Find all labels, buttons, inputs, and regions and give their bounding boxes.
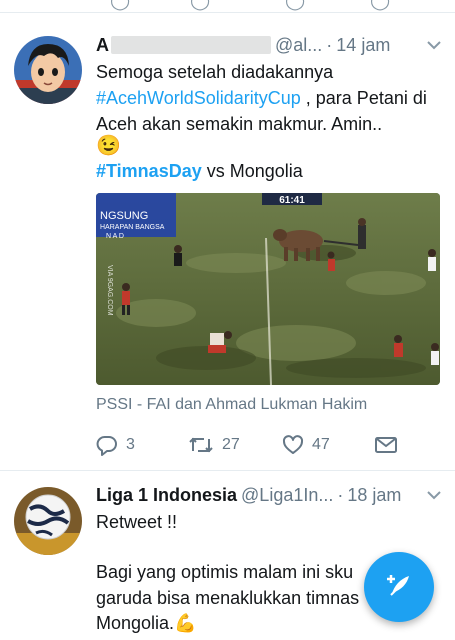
divider (0, 470, 455, 471)
reply-button[interactable]: 3 (96, 432, 135, 458)
channel-logo: NGSUNG (100, 210, 148, 222)
heart-icon: ◯ (285, 0, 306, 10)
wink-emoji: 😉 (96, 135, 121, 157)
timestamp[interactable]: 18 jam (347, 485, 401, 506)
separator: · (337, 484, 344, 505)
avatar[interactable] (14, 36, 82, 104)
scoreboard: 61:41 (279, 195, 305, 206)
hashtag-link[interactable]: #TimnasDay (96, 161, 202, 181)
tweet-header: A @al... · 14 jam (96, 32, 445, 58)
channel-logo: HARAPAN BANGSA (100, 224, 165, 231)
reply-count: 3 (126, 436, 135, 453)
flexed-biceps-emoji: 💪 (174, 613, 197, 633)
reply-icon (96, 434, 118, 456)
tweet-text-line: garuda bisa menaklukkan timnas (96, 588, 360, 608)
divider (0, 12, 455, 13)
heart-icon (282, 434, 304, 456)
display-name[interactable]: A (96, 35, 109, 56)
timestamp[interactable]: 14 jam (336, 35, 390, 56)
retweet-icon (188, 434, 214, 456)
tweet-text-line: Semoga setelah diadakannya (96, 62, 334, 82)
like-count: 47 (312, 436, 330, 453)
media-attribution[interactable]: PSSI - FAI dan Ahmad Lukman Hakim (96, 396, 367, 414)
tweet-text-line: Bagi yang optimis malam ini sku (96, 562, 354, 582)
chevron-down-icon[interactable] (423, 484, 445, 506)
tweet-text-line: #AcehWorldSolidarityCup , para Petani di (96, 88, 427, 108)
separator: · (326, 34, 333, 55)
tweet-text-line: Aceh akan semakin makmur. Amin.. (96, 114, 383, 134)
reply-icon: ◯ (110, 0, 131, 10)
watermark: VIA 9GAG.COM (106, 265, 113, 316)
compose-tweet-icon (384, 570, 414, 605)
handle[interactable]: @Liga1In... (241, 485, 333, 506)
redacted-name (111, 36, 271, 54)
retweet-icon: ◯ (190, 0, 211, 10)
hashtag-link[interactable]: #AcehWorldSolidarityCup (96, 88, 301, 108)
channel-logo: N A D (106, 233, 124, 240)
tweet-actions: 3 27 47 (96, 432, 406, 458)
tweet-header: Liga 1 Indonesia @Liga1In... · 18 jam (96, 482, 445, 508)
envelope-icon (374, 435, 398, 455)
tweet-text-line: #TimnasDay vs Mongolia (96, 161, 303, 181)
like-button[interactable]: 47 (282, 432, 330, 458)
direct-message-button[interactable] (374, 432, 398, 458)
retweet-button[interactable]: 27 (188, 432, 240, 458)
chevron-down-icon[interactable] (423, 34, 445, 56)
previous-tweet-actions: ◯ ◯ ◯ ◯ (0, 0, 455, 12)
tweet-text-line: Mongolia.💪 (96, 613, 197, 633)
tweet-text-line: Retweet !! (96, 512, 178, 532)
retweet-count: 27 (222, 436, 240, 453)
tweet-media-image[interactable]: NGSUNG HARAPAN BANGSA N A D 61:41 VIA 9G… (96, 193, 440, 385)
display-name[interactable]: Liga 1 Indonesia (96, 485, 237, 506)
avatar[interactable] (14, 487, 82, 555)
handle[interactable]: @al... (275, 35, 322, 56)
compose-tweet-button[interactable] (364, 552, 434, 622)
envelope-icon: ◯ (370, 0, 391, 10)
